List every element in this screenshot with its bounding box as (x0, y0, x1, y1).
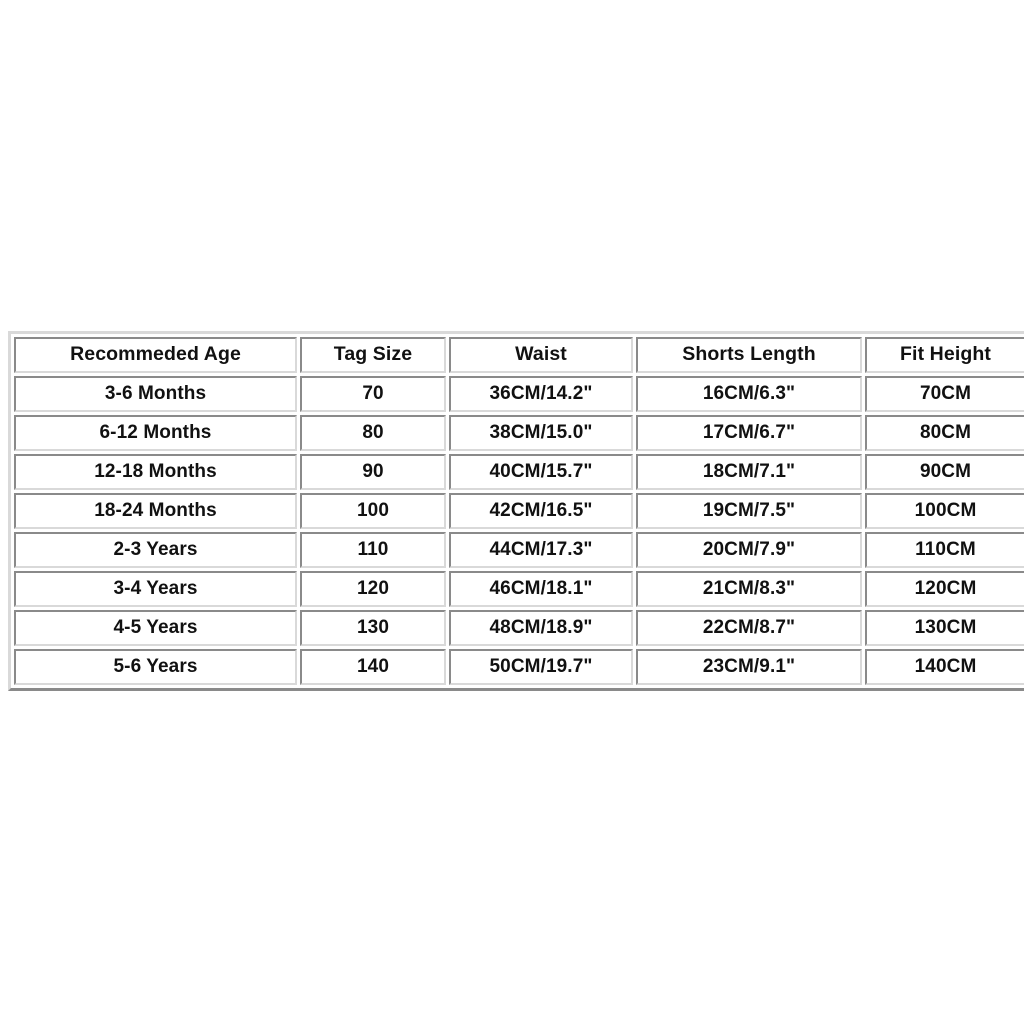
table-row: 12-18 Months 90 40CM/15.7" 18CM/7.1" 90C… (14, 454, 1024, 490)
cell-fit-height: 100CM (865, 493, 1024, 529)
cell-age: 4-5 Years (14, 610, 297, 646)
cell-tag-size: 90 (300, 454, 446, 490)
cell-waist: 48CM/18.9" (449, 610, 633, 646)
cell-tag-size: 80 (300, 415, 446, 451)
table-row: 4-5 Years 130 48CM/18.9" 22CM/8.7" 130CM (14, 610, 1024, 646)
cell-age: 12-18 Months (14, 454, 297, 490)
cell-fit-height: 110CM (865, 532, 1024, 568)
table-row: 3-6 Months 70 36CM/14.2" 16CM/6.3" 70CM (14, 376, 1024, 412)
cell-age: 3-4 Years (14, 571, 297, 607)
cell-fit-height: 140CM (865, 649, 1024, 685)
column-header-fit-height: Fit Height (865, 337, 1024, 373)
cell-age: 2-3 Years (14, 532, 297, 568)
cell-shorts-length: 21CM/8.3" (636, 571, 862, 607)
cell-tag-size: 130 (300, 610, 446, 646)
table-row: 5-6 Years 140 50CM/19.7" 23CM/9.1" 140CM (14, 649, 1024, 685)
cell-waist: 42CM/16.5" (449, 493, 633, 529)
cell-shorts-length: 19CM/7.5" (636, 493, 862, 529)
column-header-waist: Waist (449, 337, 633, 373)
cell-fit-height: 130CM (865, 610, 1024, 646)
column-header-tag-size: Tag Size (300, 337, 446, 373)
cell-shorts-length: 16CM/6.3" (636, 376, 862, 412)
cell-waist: 50CM/19.7" (449, 649, 633, 685)
cell-shorts-length: 18CM/7.1" (636, 454, 862, 490)
cell-age: 18-24 Months (14, 493, 297, 529)
cell-shorts-length: 20CM/7.9" (636, 532, 862, 568)
cell-age: 6-12 Months (14, 415, 297, 451)
table-body: 3-6 Months 70 36CM/14.2" 16CM/6.3" 70CM … (14, 376, 1024, 685)
table-header-row: Recommeded Age Tag Size Waist Shorts Len… (14, 337, 1024, 373)
cell-shorts-length: 23CM/9.1" (636, 649, 862, 685)
cell-tag-size: 70 (300, 376, 446, 412)
kids-shorts-size-chart-table: Recommeded Age Tag Size Waist Shorts Len… (8, 331, 1024, 691)
cell-age: 5-6 Years (14, 649, 297, 685)
table-row: 18-24 Months 100 42CM/16.5" 19CM/7.5" 10… (14, 493, 1024, 529)
cell-shorts-length: 17CM/6.7" (636, 415, 862, 451)
size-chart-container: Recommeded Age Tag Size Waist Shorts Len… (8, 331, 1024, 691)
column-header-shorts-length: Shorts Length (636, 337, 862, 373)
table-header: Recommeded Age Tag Size Waist Shorts Len… (14, 337, 1024, 373)
cell-shorts-length: 22CM/8.7" (636, 610, 862, 646)
cell-fit-height: 90CM (865, 454, 1024, 490)
cell-age: 3-6 Months (14, 376, 297, 412)
cell-fit-height: 120CM (865, 571, 1024, 607)
table-row: 3-4 Years 120 46CM/18.1" 21CM/8.3" 120CM (14, 571, 1024, 607)
cell-tag-size: 140 (300, 649, 446, 685)
cell-tag-size: 110 (300, 532, 446, 568)
cell-fit-height: 80CM (865, 415, 1024, 451)
table-row: 6-12 Months 80 38CM/15.0" 17CM/6.7" 80CM (14, 415, 1024, 451)
column-header-recommended-age: Recommeded Age (14, 337, 297, 373)
cell-waist: 36CM/14.2" (449, 376, 633, 412)
cell-waist: 44CM/17.3" (449, 532, 633, 568)
cell-fit-height: 70CM (865, 376, 1024, 412)
cell-waist: 38CM/15.0" (449, 415, 633, 451)
table-row: 2-3 Years 110 44CM/17.3" 20CM/7.9" 110CM (14, 532, 1024, 568)
cell-waist: 40CM/15.7" (449, 454, 633, 490)
cell-tag-size: 120 (300, 571, 446, 607)
cell-waist: 46CM/18.1" (449, 571, 633, 607)
cell-tag-size: 100 (300, 493, 446, 529)
